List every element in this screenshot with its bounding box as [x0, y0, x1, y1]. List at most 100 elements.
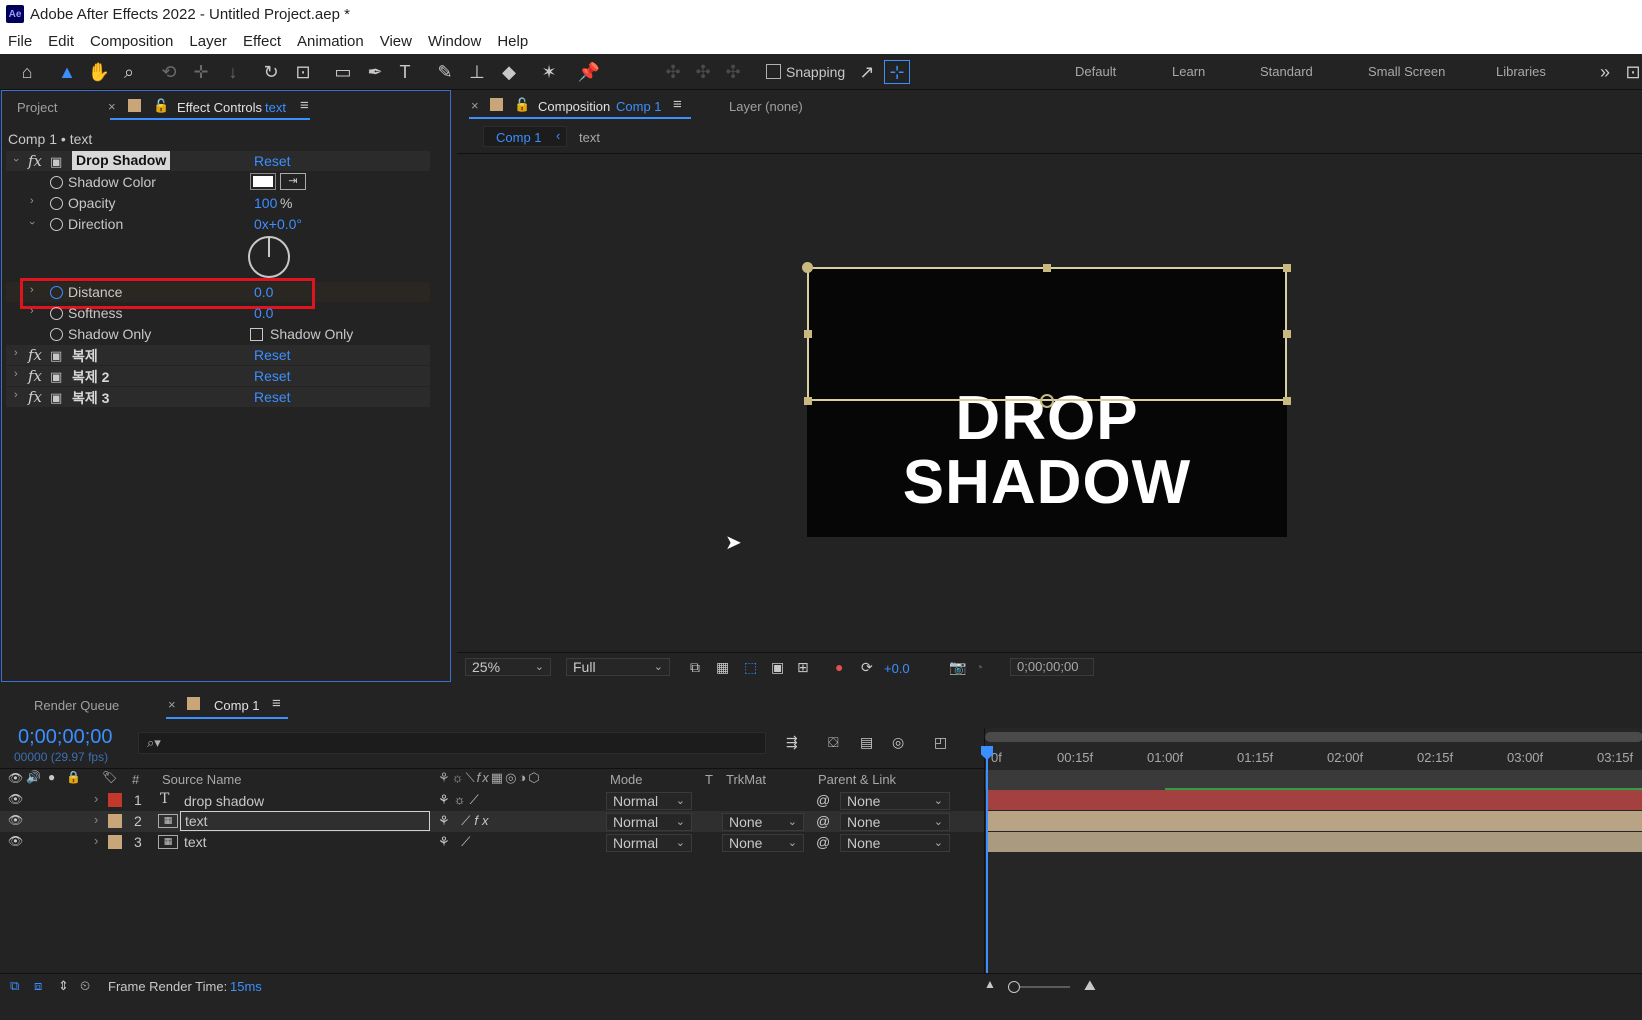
render-time-toggle-icon[interactable]: ⏲: [80, 978, 90, 994]
nav-layer-label[interactable]: text: [579, 130, 600, 145]
composition-mini-flowchart-icon[interactable]: ⇶: [786, 734, 798, 751]
close-icon[interactable]: ×: [471, 98, 479, 113]
work-area-bar[interactable]: [985, 770, 1642, 790]
mask-visibility-icon[interactable]: ▣: [771, 659, 784, 676]
layer-switches-toggle-icon[interactable]: ⧉: [10, 978, 19, 994]
layer-label-color[interactable]: [108, 793, 122, 807]
effect-name[interactable]: 복제: [72, 346, 98, 366]
stopwatch-icon[interactable]: [50, 218, 63, 231]
close-icon[interactable]: ×: [108, 99, 116, 114]
transform-handle[interactable]: [1043, 264, 1051, 272]
timeline-graph-area[interactable]: 0f 00:15f 01:00f 01:15f 02:00f 02:15f 03…: [981, 728, 1642, 998]
twirl-closed-icon[interactable]: ›: [14, 368, 18, 380]
lock-icon[interactable]: 🔓: [514, 97, 530, 113]
opacity-value[interactable]: 100: [254, 195, 277, 211]
pick-whip-icon[interactable]: @: [816, 813, 830, 829]
workspace-learn[interactable]: Learn: [1172, 64, 1205, 79]
pen-tool-icon[interactable]: ✒: [362, 60, 388, 84]
twirl-closed-icon[interactable]: ›: [30, 305, 34, 317]
column-source-name[interactable]: Source Name: [162, 772, 241, 787]
effect-name[interactable]: 복제 2: [72, 367, 109, 387]
fx-icon[interactable]: fx: [28, 367, 42, 385]
tab-comp-timeline[interactable]: Comp 1: [214, 698, 260, 713]
zoom-in-icon[interactable]: ⛰: [1084, 977, 1096, 994]
current-time-indicator[interactable]: [986, 750, 988, 998]
twirl-closed-icon[interactable]: ›: [14, 389, 18, 401]
type-tool-icon[interactable]: T: [392, 60, 418, 84]
region-of-interest-icon[interactable]: ⬚: [744, 659, 757, 676]
zoom-slider-thumb[interactable]: [1008, 981, 1020, 993]
zoom-out-icon[interactable]: ▲: [984, 977, 996, 991]
menu-file[interactable]: File: [0, 33, 40, 50]
transform-handle[interactable]: [804, 397, 812, 405]
show-snapshot-icon[interactable]: ◔: [975, 659, 983, 675]
transform-handle[interactable]: [1283, 397, 1291, 405]
in-out-toggle-icon[interactable]: ⇕: [58, 978, 69, 994]
panel-menu-icon[interactable]: ≡: [673, 96, 682, 113]
reset-button[interactable]: Reset: [254, 368, 291, 384]
eraser-tool-icon[interactable]: ◆: [496, 60, 522, 84]
brush-tool-icon[interactable]: ✎: [432, 60, 458, 84]
twirl-closed-icon[interactable]: ›: [94, 812, 98, 827]
current-time-display[interactable]: 0;00;00;00: [18, 726, 113, 749]
layer-switches[interactable]: ⚘ ⟋fx: [438, 813, 493, 829]
shadow-color-swatch[interactable]: [250, 173, 276, 190]
time-navigator[interactable]: [985, 732, 1642, 742]
trkmat-dropdown[interactable]: None ⌄: [722, 813, 804, 831]
effect-header-drop-shadow[interactable]: › fx ▣ Drop Shadow Reset: [6, 151, 430, 171]
snapping-checkbox[interactable]: [766, 64, 781, 79]
menu-help[interactable]: Help: [489, 33, 536, 50]
layer-row-1[interactable]: 👁 › 1 T drop shadow ⚘☼⟋ Normal ⌄ @ None ⌄: [0, 790, 984, 811]
menu-edit[interactable]: Edit: [40, 33, 82, 50]
reset-button[interactable]: Reset: [254, 389, 291, 405]
menu-view[interactable]: View: [372, 33, 420, 50]
stopwatch-icon[interactable]: [50, 197, 63, 210]
parent-dropdown[interactable]: None ⌄: [840, 792, 950, 810]
twirl-closed-icon[interactable]: ›: [94, 791, 98, 806]
comp-canvas[interactable]: DROP SHADOW: [802, 262, 1291, 537]
transform-handle[interactable]: [1283, 330, 1291, 338]
twirl-open-icon[interactable]: ›: [26, 221, 38, 225]
hand-tool-icon[interactable]: ✋: [86, 60, 112, 84]
pan-camera-icon[interactable]: ✛: [188, 60, 214, 84]
layer-row-2[interactable]: 👁 › 2 ▦ text ⚘ ⟋fx Normal ⌄ None ⌄ @ None ⌄: [0, 811, 984, 832]
zoom-slider-track[interactable]: [1020, 986, 1070, 988]
axis-view-icon[interactable]: ✣: [720, 60, 746, 84]
blend-mode-dropdown[interactable]: Normal ⌄: [606, 792, 692, 810]
pick-whip-icon[interactable]: @: [816, 834, 830, 850]
zoom-dropdown[interactable]: 25% ⌄: [465, 658, 551, 676]
twirl-closed-icon[interactable]: ›: [30, 195, 34, 207]
hide-shy-layers-icon[interactable]: ▤: [860, 734, 873, 751]
more-workspaces-icon[interactable]: »: [1592, 60, 1618, 84]
fx-icon[interactable]: fx: [28, 388, 42, 406]
stopwatch-icon[interactable]: [50, 307, 63, 320]
layer-label-color[interactable]: [108, 814, 122, 828]
zoom-tool-icon[interactable]: ⌕: [116, 60, 142, 84]
menu-window[interactable]: Window: [420, 33, 489, 50]
panel-menu-icon[interactable]: ≡: [300, 97, 309, 114]
rotation-tool-icon[interactable]: ↻: [258, 60, 284, 84]
tab-render-queue[interactable]: Render Queue: [34, 698, 119, 713]
angle-dial[interactable]: [248, 236, 290, 278]
dolly-camera-icon[interactable]: ↓: [220, 60, 246, 84]
anchor-point[interactable]: [1040, 394, 1054, 408]
trkmat-dropdown[interactable]: None ⌄: [722, 834, 804, 852]
effect-header[interactable]: › fx ▣ 복제 2 Reset: [6, 366, 430, 386]
guides-icon[interactable]: ⊞: [797, 659, 809, 676]
exposure-value[interactable]: +0.0: [884, 661, 910, 676]
menu-composition[interactable]: Composition: [82, 33, 181, 50]
layer-switches[interactable]: ⚘☼⟋: [438, 792, 483, 808]
timecode-display[interactable]: 0;00;00;00: [1010, 658, 1094, 676]
fx-icon[interactable]: fx: [28, 152, 42, 170]
eye-icon[interactable]: 👁: [8, 834, 23, 848]
pick-whip-icon[interactable]: @: [816, 792, 830, 808]
tab-composition[interactable]: Composition: [538, 99, 610, 114]
tab-project[interactable]: Project: [17, 100, 57, 115]
snap-option-icon[interactable]: ↗: [854, 60, 880, 84]
blend-mode-dropdown[interactable]: Normal ⌄: [606, 813, 692, 831]
roto-brush-tool-icon[interactable]: ✶: [536, 60, 562, 84]
timeline-search-input[interactable]: ⌕▾: [138, 732, 766, 754]
transform-handle[interactable]: [1283, 264, 1291, 272]
menu-effect[interactable]: Effect: [235, 33, 289, 50]
shadow-only-checkbox[interactable]: [250, 328, 263, 341]
